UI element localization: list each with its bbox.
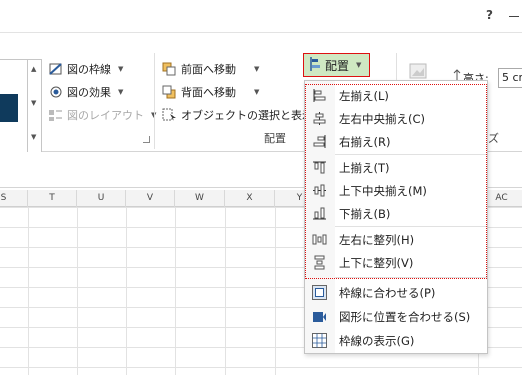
align-left-icon — [312, 88, 327, 103]
gallery-scroll[interactable]: ▲ ▼ ▼ — [27, 59, 41, 155]
snap-to-grid-icon — [312, 285, 327, 300]
picture-style-thumbnail[interactable] — [0, 94, 18, 122]
grid-line — [126, 207, 127, 375]
distribute-horizontal-icon — [312, 232, 327, 247]
chevron-down-icon: ▼ — [356, 61, 362, 69]
menu-item-label: 下揃え(B) — [339, 207, 391, 221]
align-icon — [309, 56, 321, 74]
send-backward-button[interactable]: 背面へ移動 ▼ — [162, 82, 259, 102]
arrange-group-label: 配置 — [264, 132, 286, 145]
menu-item-distribute-horizontal[interactable]: 左右に整列(H) — [305, 228, 487, 251]
dialog-launcher-icon[interactable] — [143, 136, 150, 143]
grid-line — [28, 207, 29, 375]
menu-item-align-right[interactable]: 右揃え(R) — [305, 130, 487, 153]
picture-effects-label: 図の効果 — [67, 86, 111, 99]
chevron-down-icon: ▼ — [118, 65, 124, 73]
gallery-more-icon[interactable]: ▼ — [31, 133, 36, 141]
picture-border-icon — [48, 62, 63, 76]
bring-forward-label: 前面へ移動 — [181, 63, 236, 76]
selection-pane-button[interactable]: オブジェクトの選択と表示 — [162, 105, 313, 125]
align-right-icon — [312, 134, 327, 149]
distribute-vertical-icon — [312, 255, 327, 270]
menu-item-label: 図形に位置を合わせる(S) — [339, 310, 471, 324]
arrange-button-label: 配置 — [325, 58, 350, 73]
grid-line — [225, 207, 226, 375]
picture-layout-button[interactable]: 図のレイアウト ▼ — [48, 105, 156, 125]
chevron-down-icon: ▼ — [254, 88, 260, 96]
align-center-icon — [312, 111, 327, 126]
column-header[interactable]: W — [175, 190, 225, 207]
menu-separator — [335, 154, 487, 155]
menu-item-align-center[interactable]: 左右中央揃え(C) — [305, 107, 487, 130]
gallery-down-icon[interactable]: ▼ — [31, 99, 36, 107]
column-header[interactable]: V — [126, 190, 175, 207]
column-header[interactable]: X — [225, 190, 275, 207]
menu-item-label: 左右に整列(H) — [339, 233, 415, 247]
picture-effects-button[interactable]: 図の効果 ▼ — [48, 82, 123, 102]
menu-item-label: 上揃え(T) — [339, 161, 390, 175]
picture-layout-label: 図のレイアウト — [67, 109, 144, 122]
align-middle-icon — [312, 183, 327, 198]
menu-item-distribute-vertical[interactable]: 上下に整列(V) — [305, 251, 487, 274]
gallery-up-icon[interactable]: ▲ — [31, 65, 36, 73]
menu-item-snap-to-shape[interactable]: 図形に位置を合わせる(S) — [305, 305, 487, 328]
height-input[interactable]: 5 cm — [498, 68, 522, 88]
selection-pane-label: オブジェクトの選択と表示 — [181, 109, 313, 122]
picture-border-label: 図の枠線 — [67, 63, 111, 76]
help-button[interactable]: ? — [486, 8, 493, 22]
menu-item-label: 左揃え(L) — [339, 89, 389, 103]
title-bar: ? — [0, 0, 522, 33]
bring-forward-button[interactable]: 前面へ移動 ▼ — [162, 59, 259, 79]
size-group-label: ズ — [488, 132, 499, 145]
menu-item-label: 右揃え(R) — [339, 135, 391, 149]
minimize-icon[interactable] — [509, 16, 519, 17]
view-gridlines-icon — [312, 333, 327, 348]
menu-item-label: 左右中央揃え(C) — [339, 112, 426, 126]
menu-item-align-middle[interactable]: 上下中央揃え(M) — [305, 179, 487, 202]
selection-pane-icon — [162, 108, 177, 122]
snap-to-shape-icon — [312, 309, 327, 324]
menu-item-align-left[interactable]: 左揃え(L) — [305, 84, 487, 107]
grid-line — [175, 207, 176, 375]
column-header[interactable]: S — [0, 190, 28, 207]
menu-item-label: 枠線に合わせる(P) — [339, 286, 436, 300]
bring-forward-icon — [162, 62, 177, 76]
menu-item-view-gridlines[interactable]: 枠線の表示(G) — [305, 329, 487, 352]
grid-line — [77, 207, 78, 375]
menu-separator — [335, 277, 487, 278]
arrange-dropdown-menu: 左揃え(L) 左右中央揃え(C) 右揃え(R) 上揃え(T) 上下中央揃え(M)… — [304, 80, 488, 354]
menu-item-label: 枠線の表示(G) — [339, 334, 415, 348]
menu-item-align-top[interactable]: 上揃え(T) — [305, 156, 487, 179]
send-backward-label: 背面へ移動 — [181, 86, 236, 99]
chevron-down-icon: ▼ — [254, 65, 260, 73]
picture-effects-icon — [48, 85, 63, 99]
chevron-down-icon: ▼ — [118, 88, 124, 96]
menu-item-label: 上下に整列(V) — [339, 256, 414, 270]
menu-item-align-bottom[interactable]: 下揃え(B) — [305, 202, 487, 225]
group-separator — [154, 53, 155, 149]
align-bottom-icon — [312, 206, 327, 221]
menu-item-snap-to-grid[interactable]: 枠線に合わせる(P) — [305, 281, 487, 304]
column-header[interactable]: U — [77, 190, 126, 207]
align-top-icon — [312, 160, 327, 175]
grid-line — [275, 207, 276, 375]
menu-item-label: 上下中央揃え(M) — [339, 184, 427, 198]
menu-separator — [335, 226, 487, 227]
send-backward-icon — [162, 85, 177, 99]
column-header[interactable]: T — [28, 190, 77, 207]
picture-border-button[interactable]: 図の枠線 ▼ — [48, 59, 123, 79]
picture-layout-icon — [48, 108, 63, 122]
arrange-button[interactable]: 配置 ▼ — [303, 53, 370, 77]
